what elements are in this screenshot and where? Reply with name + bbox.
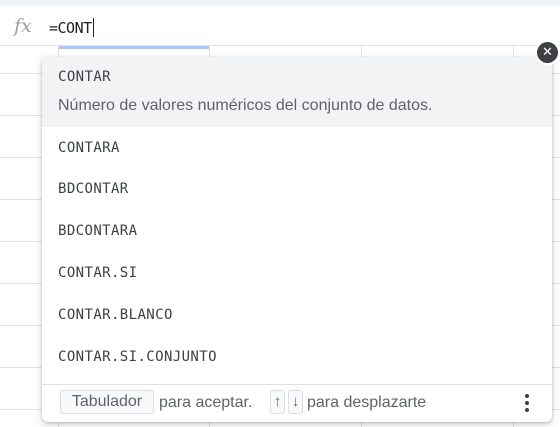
suggestion-name: CONTAR [58,69,111,85]
text-caret [92,18,94,37]
suggestion-item[interactable]: CONTAR.SI [42,253,552,295]
suggestion-name: BDCONTARA [58,223,138,239]
suggestion-item[interactable]: BDCONTAR [42,169,552,211]
more-options-icon[interactable] [517,391,537,415]
suggestion-description: Número de valores numéricos del conjunto… [58,97,433,114]
suggestion-item[interactable]: CONTAR.SI.CONJUNTO [42,337,552,379]
suggestion-name: CONTAR.BLANCO [58,307,173,323]
suggestion-name: CONTARA [58,140,120,156]
scroll-hint-text: para desplazarte [307,394,427,411]
suggestion-item[interactable]: BDCONTARA [42,211,552,253]
autocomplete-footer: Tabulador para aceptar. ↑ ↓ para desplaz… [42,384,552,422]
fx-icon: fx [14,15,32,37]
suggestion-name: BDCONTAR [58,181,129,197]
formula-text: =CONT [49,19,92,37]
selected-column-indicator [59,46,209,49]
suggestion-item[interactable]: CONTAR.BLANCO [42,295,552,337]
formula-bar: fx =CONT [0,0,560,46]
accept-hint-text: para aceptar. [159,394,253,411]
formula-input[interactable]: =CONT [49,18,94,37]
close-button[interactable]: ✕ [537,42,558,63]
suggestion-name: CONTAR.SI [58,265,138,281]
suggestion-item-selected[interactable]: CONTAR Número de valores numéricos del c… [42,57,552,127]
close-icon: ✕ [542,45,553,60]
suggestion-item[interactable]: CONTARA [42,127,552,169]
up-arrow-key-hint: ↑ [270,390,285,414]
tab-key-hint: Tabulador [60,390,154,414]
suggestion-name: CONTAR.SI.CONJUNTO [58,349,217,365]
down-arrow-key-hint: ↓ [288,390,303,414]
autocomplete-panel: CONTAR Número de valores numéricos del c… [42,57,552,422]
